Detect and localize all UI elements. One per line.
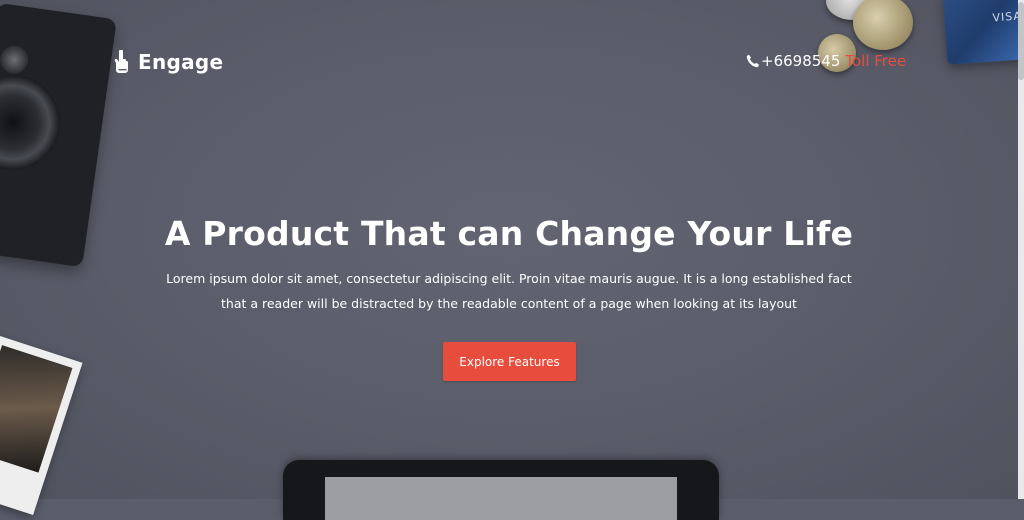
tablet-decoration (283, 460, 719, 520)
camera-knob (0, 43, 31, 76)
brand-name: Engage (138, 50, 224, 74)
photo-image (0, 345, 73, 473)
credit-card-decoration: VISA (942, 0, 1024, 65)
scrollbar-thumb[interactable] (1018, 2, 1024, 80)
hero-title: A Product That can Change Your Life (164, 214, 854, 253)
photo-decoration (0, 335, 83, 515)
hand-pointer-icon (114, 50, 128, 73)
hero-description: Lorem ipsum dolor sit amet, consectetur … (166, 271, 852, 311)
brand-logo[interactable]: Engage (113, 50, 223, 74)
contact-info: +6698545 Toll Free (746, 52, 906, 70)
toll-free-label: Toll Free (845, 52, 907, 70)
phone-number[interactable]: +6698545 (761, 52, 840, 70)
explore-features-button[interactable]: Explore Features (443, 342, 576, 381)
vertical-scrollbar[interactable] (1018, 0, 1024, 499)
coin-decoration (853, 0, 913, 50)
phone-icon (746, 54, 759, 68)
